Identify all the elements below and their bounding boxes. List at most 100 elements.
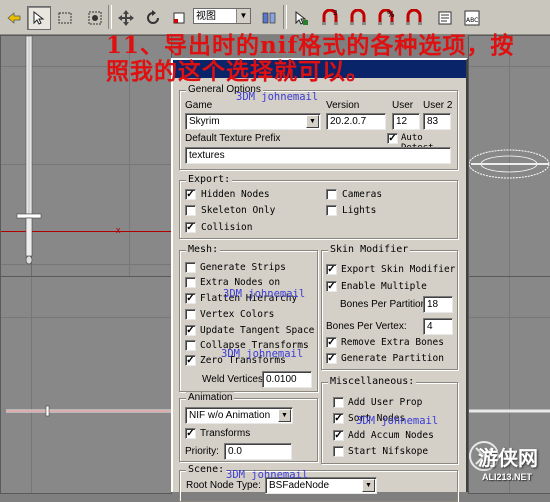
add-accum-label: Add Accum Nodes bbox=[348, 430, 434, 441]
window-crossing-icon[interactable] bbox=[83, 6, 107, 30]
priority-label: Priority: bbox=[185, 446, 219, 457]
auto-label: Auto bbox=[401, 133, 423, 143]
region-select-icon[interactable] bbox=[53, 6, 77, 30]
bones-vertex-label: Bones Per Vertex: bbox=[326, 321, 407, 332]
animation-mode-select[interactable]: NIF w/o Animation ▼ bbox=[185, 407, 293, 424]
main-toolbar: 视图 ▼ 3 % ABC bbox=[0, 0, 550, 35]
enable-multiple-checkbox[interactable]: ✓ bbox=[326, 281, 337, 292]
cameras-label: Cameras bbox=[342, 189, 383, 200]
angle-snap-icon[interactable] bbox=[346, 6, 370, 30]
viewport-bottom-left[interactable] bbox=[0, 276, 172, 494]
scale-icon[interactable] bbox=[167, 6, 191, 30]
transforms-checkbox[interactable]: ✓ bbox=[185, 428, 196, 439]
watermark-text: 3DM johnemail bbox=[236, 91, 319, 103]
select-arrow-icon[interactable] bbox=[27, 6, 51, 30]
user-label: User bbox=[392, 100, 414, 111]
start-nifskope-checkbox[interactable] bbox=[333, 446, 344, 457]
bones-partition-label: Bones Per Partition: bbox=[340, 299, 429, 310]
view-select-value: 视图 bbox=[196, 11, 216, 22]
bones-vertex-field[interactable]: 4 bbox=[423, 318, 453, 335]
generate-partition-label: Generate Partition bbox=[341, 353, 444, 364]
svg-text:%: % bbox=[387, 10, 395, 19]
game-select[interactable]: Skyrim ▼ bbox=[185, 113, 321, 130]
export-group: Export: ✓ Hidden Nodes Skeleton Only ✓ C… bbox=[179, 174, 458, 239]
rotate-icon[interactable] bbox=[141, 6, 165, 30]
mesh-title: Mesh: bbox=[186, 244, 221, 255]
user2-label: User 2 bbox=[423, 100, 453, 111]
select-manipulate-icon[interactable] bbox=[289, 6, 313, 30]
skeleton-only-checkbox[interactable] bbox=[185, 205, 196, 216]
percent-snap-icon[interactable]: % bbox=[374, 6, 398, 30]
weld-vertices-field[interactable]: 0.0100 bbox=[262, 371, 312, 388]
nif-export-dialog: General Options Game Skyrim ▼ Version 20… bbox=[171, 58, 468, 502]
chevron-down-icon[interactable]: ▼ bbox=[278, 409, 291, 422]
collapse-transforms-checkbox[interactable] bbox=[185, 340, 196, 351]
reference-coordinate-select[interactable]: 视图 ▼ bbox=[193, 8, 251, 24]
add-accum-checkbox[interactable]: ✓ bbox=[333, 430, 344, 441]
generate-partition-checkbox[interactable]: ✓ bbox=[326, 353, 337, 364]
chevron-down-icon[interactable]: ▼ bbox=[306, 115, 319, 128]
root-node-type-value: BSFadeNode bbox=[269, 480, 330, 491]
generate-strips-checkbox[interactable] bbox=[185, 262, 196, 273]
logo-text: 游侠网 bbox=[478, 446, 538, 470]
skin-modifier-group: Skin Modifier ✓ Export Skin Modifier ✓ E… bbox=[321, 244, 458, 370]
watermark-text: 3DM johnemail bbox=[223, 288, 306, 300]
collision-label: Collision bbox=[201, 222, 253, 233]
named-selection-icon[interactable] bbox=[433, 6, 457, 30]
flatten-hierarchy-checkbox[interactable]: ✓ bbox=[185, 293, 196, 304]
root-node-type-label: Root Node Type: bbox=[186, 480, 261, 491]
logo-url: ALI213.NET bbox=[482, 472, 533, 482]
skeleton-only-label: Skeleton Only bbox=[201, 205, 276, 216]
collision-checkbox[interactable]: ✓ bbox=[185, 222, 196, 233]
abc-icon[interactable]: ABC bbox=[460, 6, 484, 30]
user-field[interactable]: 12 bbox=[392, 113, 420, 130]
extra-nodes-label: Extra Nodes on bbox=[200, 277, 281, 288]
user2-field[interactable]: 83 bbox=[423, 113, 451, 130]
snap-2d-icon[interactable]: 3 bbox=[318, 6, 342, 30]
chevron-down-icon[interactable]: ▼ bbox=[362, 479, 375, 492]
export-skin-checkbox[interactable]: ✓ bbox=[326, 264, 337, 275]
texture-prefix-label: Default Texture Prefix bbox=[185, 133, 281, 144]
version-field[interactable]: 20.2.0.7 bbox=[326, 113, 386, 130]
add-user-prop-checkbox[interactable] bbox=[333, 397, 344, 408]
auto-checkbox[interactable]: ✓ bbox=[387, 133, 398, 144]
priority-field[interactable]: 0.0 bbox=[224, 443, 292, 460]
extra-nodes-checkbox[interactable] bbox=[185, 277, 196, 288]
miscellaneous-title: Miscellaneous: bbox=[328, 376, 417, 387]
undo-arrow-icon[interactable] bbox=[2, 6, 26, 30]
watermark-text: 3DM johnemail bbox=[226, 469, 309, 481]
texture-prefix-field[interactable]: textures bbox=[185, 147, 451, 164]
spinner-snap-icon[interactable] bbox=[402, 6, 426, 30]
lights-label: Lights bbox=[342, 205, 377, 216]
version-label: Version bbox=[326, 100, 360, 111]
move-icon[interactable] bbox=[114, 6, 138, 30]
sword-model-perspective[interactable] bbox=[469, 144, 550, 184]
vertex-colors-checkbox[interactable] bbox=[185, 309, 196, 320]
zero-transforms-checkbox[interactable]: ✓ bbox=[185, 355, 196, 366]
axis-x-label: x bbox=[116, 225, 121, 235]
export-skin-label: Export Skin Modifier bbox=[341, 264, 456, 275]
weld-vertices-label: Weld Vertices: bbox=[202, 374, 266, 385]
update-tangent-label: Update Tangent Space bbox=[200, 325, 315, 336]
transforms-label: Transforms bbox=[200, 428, 251, 439]
skin-modifier-title: Skin Modifier bbox=[328, 244, 411, 255]
sword-model-side[interactable] bbox=[6, 405, 171, 417]
chevron-down-icon[interactable]: ▼ bbox=[236, 9, 250, 23]
cameras-checkbox[interactable] bbox=[326, 189, 337, 200]
sort-nodes-checkbox[interactable]: ✓ bbox=[333, 413, 344, 424]
sword-model-top[interactable] bbox=[15, 36, 45, 276]
site-logo: 游侠网 ALI213.NET bbox=[466, 424, 548, 488]
lights-checkbox[interactable] bbox=[326, 205, 337, 216]
update-tangent-checkbox[interactable]: ✓ bbox=[185, 325, 196, 336]
sword-model-front[interactable] bbox=[469, 405, 550, 417]
scene-title: Scene: bbox=[186, 464, 227, 475]
watermark-text: 3DM johnemail bbox=[356, 415, 439, 427]
pivot-center-icon[interactable] bbox=[257, 6, 281, 30]
bones-partition-field[interactable]: 18 bbox=[423, 296, 453, 313]
mesh-group: Mesh: Generate Strips Extra Nodes on ✓ F… bbox=[179, 244, 318, 392]
watermark-text: 3DM johnemail bbox=[221, 348, 304, 360]
svg-text:3: 3 bbox=[333, 9, 337, 17]
remove-extra-checkbox[interactable]: ✓ bbox=[326, 337, 337, 348]
hidden-nodes-checkbox[interactable]: ✓ bbox=[185, 189, 196, 200]
tutorial-annotation: 11、导出时的nif格式的各种选项，按照我的这个选择就可以。 bbox=[106, 32, 515, 85]
